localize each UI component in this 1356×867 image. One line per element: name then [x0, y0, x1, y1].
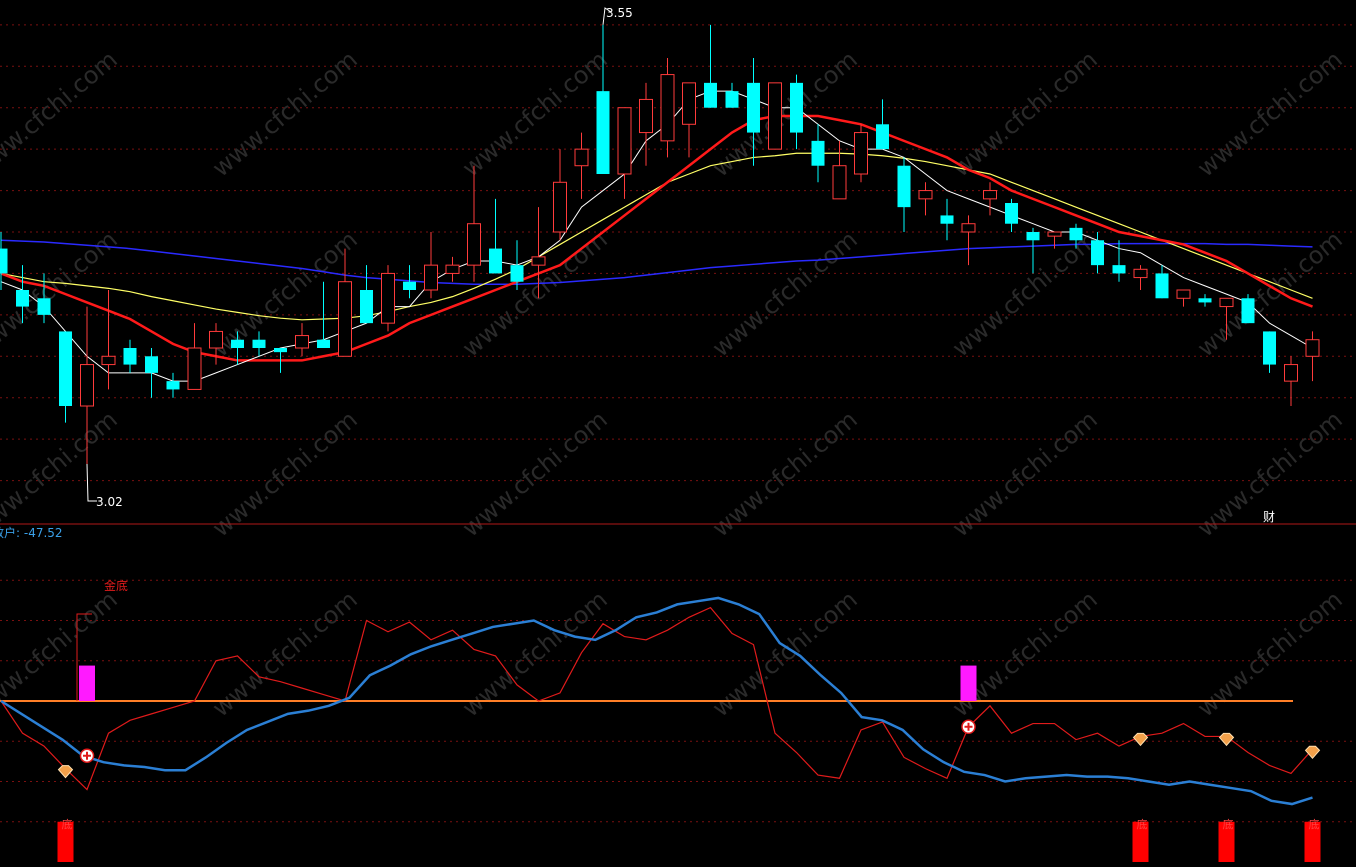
candle-body	[338, 281, 352, 357]
candle-body	[1263, 331, 1276, 365]
stock-chart: www.cfchi.com www.cfchi.com www.cfchi.com w…	[0, 0, 1356, 867]
candle-body	[768, 82, 782, 150]
candle-body	[403, 281, 416, 290]
candle-body	[1069, 227, 1083, 241]
bottom-signal-label: 底	[1223, 817, 1234, 831]
candle-body	[274, 348, 287, 353]
candle-body	[897, 165, 911, 208]
candle-body	[918, 190, 933, 200]
candle-body	[231, 339, 244, 348]
candle-body	[187, 347, 202, 390]
candle-body	[639, 98, 653, 134]
candle-body	[510, 265, 524, 282]
plus-marker	[79, 748, 95, 763]
candle	[768, 82, 782, 150]
pink-signal-bar	[79, 665, 95, 701]
candle-body	[1198, 298, 1212, 303]
candle-body	[1176, 289, 1191, 299]
candle-body	[1112, 265, 1126, 274]
candle-body	[252, 339, 266, 348]
bottom-signal-label: 底	[1309, 817, 1320, 831]
candle-body	[295, 335, 309, 349]
candle-body	[360, 290, 373, 324]
candle-body	[617, 107, 632, 175]
gold-bottom-label: 金底	[104, 578, 128, 593]
candle-body	[101, 355, 116, 366]
bottom-signal-label: 底	[62, 817, 73, 831]
high-label: 3.55	[606, 6, 633, 20]
candle-body	[123, 348, 137, 365]
candle-body	[1026, 232, 1040, 241]
candle-body	[832, 165, 847, 200]
candle	[854, 124, 868, 183]
candle-body	[467, 223, 481, 266]
candle-body	[704, 82, 717, 108]
candle	[1241, 294, 1255, 324]
candle-body	[811, 140, 825, 166]
low-label: 3.02	[96, 495, 123, 509]
candle-body	[209, 330, 223, 349]
candle-body	[983, 190, 997, 200]
candle-body	[489, 248, 502, 274]
candle	[381, 265, 395, 332]
candle-body	[876, 124, 889, 150]
indicator-title: 散户: -47.52	[0, 525, 63, 540]
candle-body	[1155, 273, 1169, 299]
candle-body	[574, 148, 589, 167]
candle-body	[59, 331, 72, 406]
cai-marker: 财	[1263, 510, 1275, 524]
candle-body	[747, 82, 760, 133]
candle-body	[553, 181, 567, 233]
candle-body	[1047, 231, 1062, 237]
candle-body	[1219, 297, 1234, 308]
candle-body	[854, 132, 868, 175]
candle-body	[1305, 339, 1320, 357]
candle-body	[1284, 364, 1298, 382]
candle-body	[381, 272, 395, 324]
candle-body	[80, 364, 94, 407]
candle-body	[445, 264, 460, 274]
candle-body	[145, 356, 158, 373]
candle-body	[1133, 268, 1148, 279]
candle-body	[682, 82, 696, 125]
candle-body	[660, 74, 675, 142]
candle-body	[16, 290, 29, 307]
candle-body	[1241, 298, 1255, 324]
pink-signal-bar	[960, 665, 977, 701]
candle-body	[0, 248, 8, 274]
candle-body	[166, 381, 180, 390]
candle-body	[37, 298, 51, 315]
candle-body	[961, 223, 976, 233]
candle-body	[596, 91, 610, 174]
candle-body	[1091, 240, 1104, 266]
candle-body	[317, 339, 330, 348]
candle-body	[725, 91, 739, 108]
candle-body	[531, 256, 546, 266]
candle-body	[790, 82, 803, 133]
bottom-signal-label: 底	[1137, 817, 1148, 831]
candle-body	[940, 215, 954, 224]
plus-marker	[961, 719, 976, 735]
candle-body	[1005, 203, 1018, 224]
candle-body	[424, 264, 438, 291]
